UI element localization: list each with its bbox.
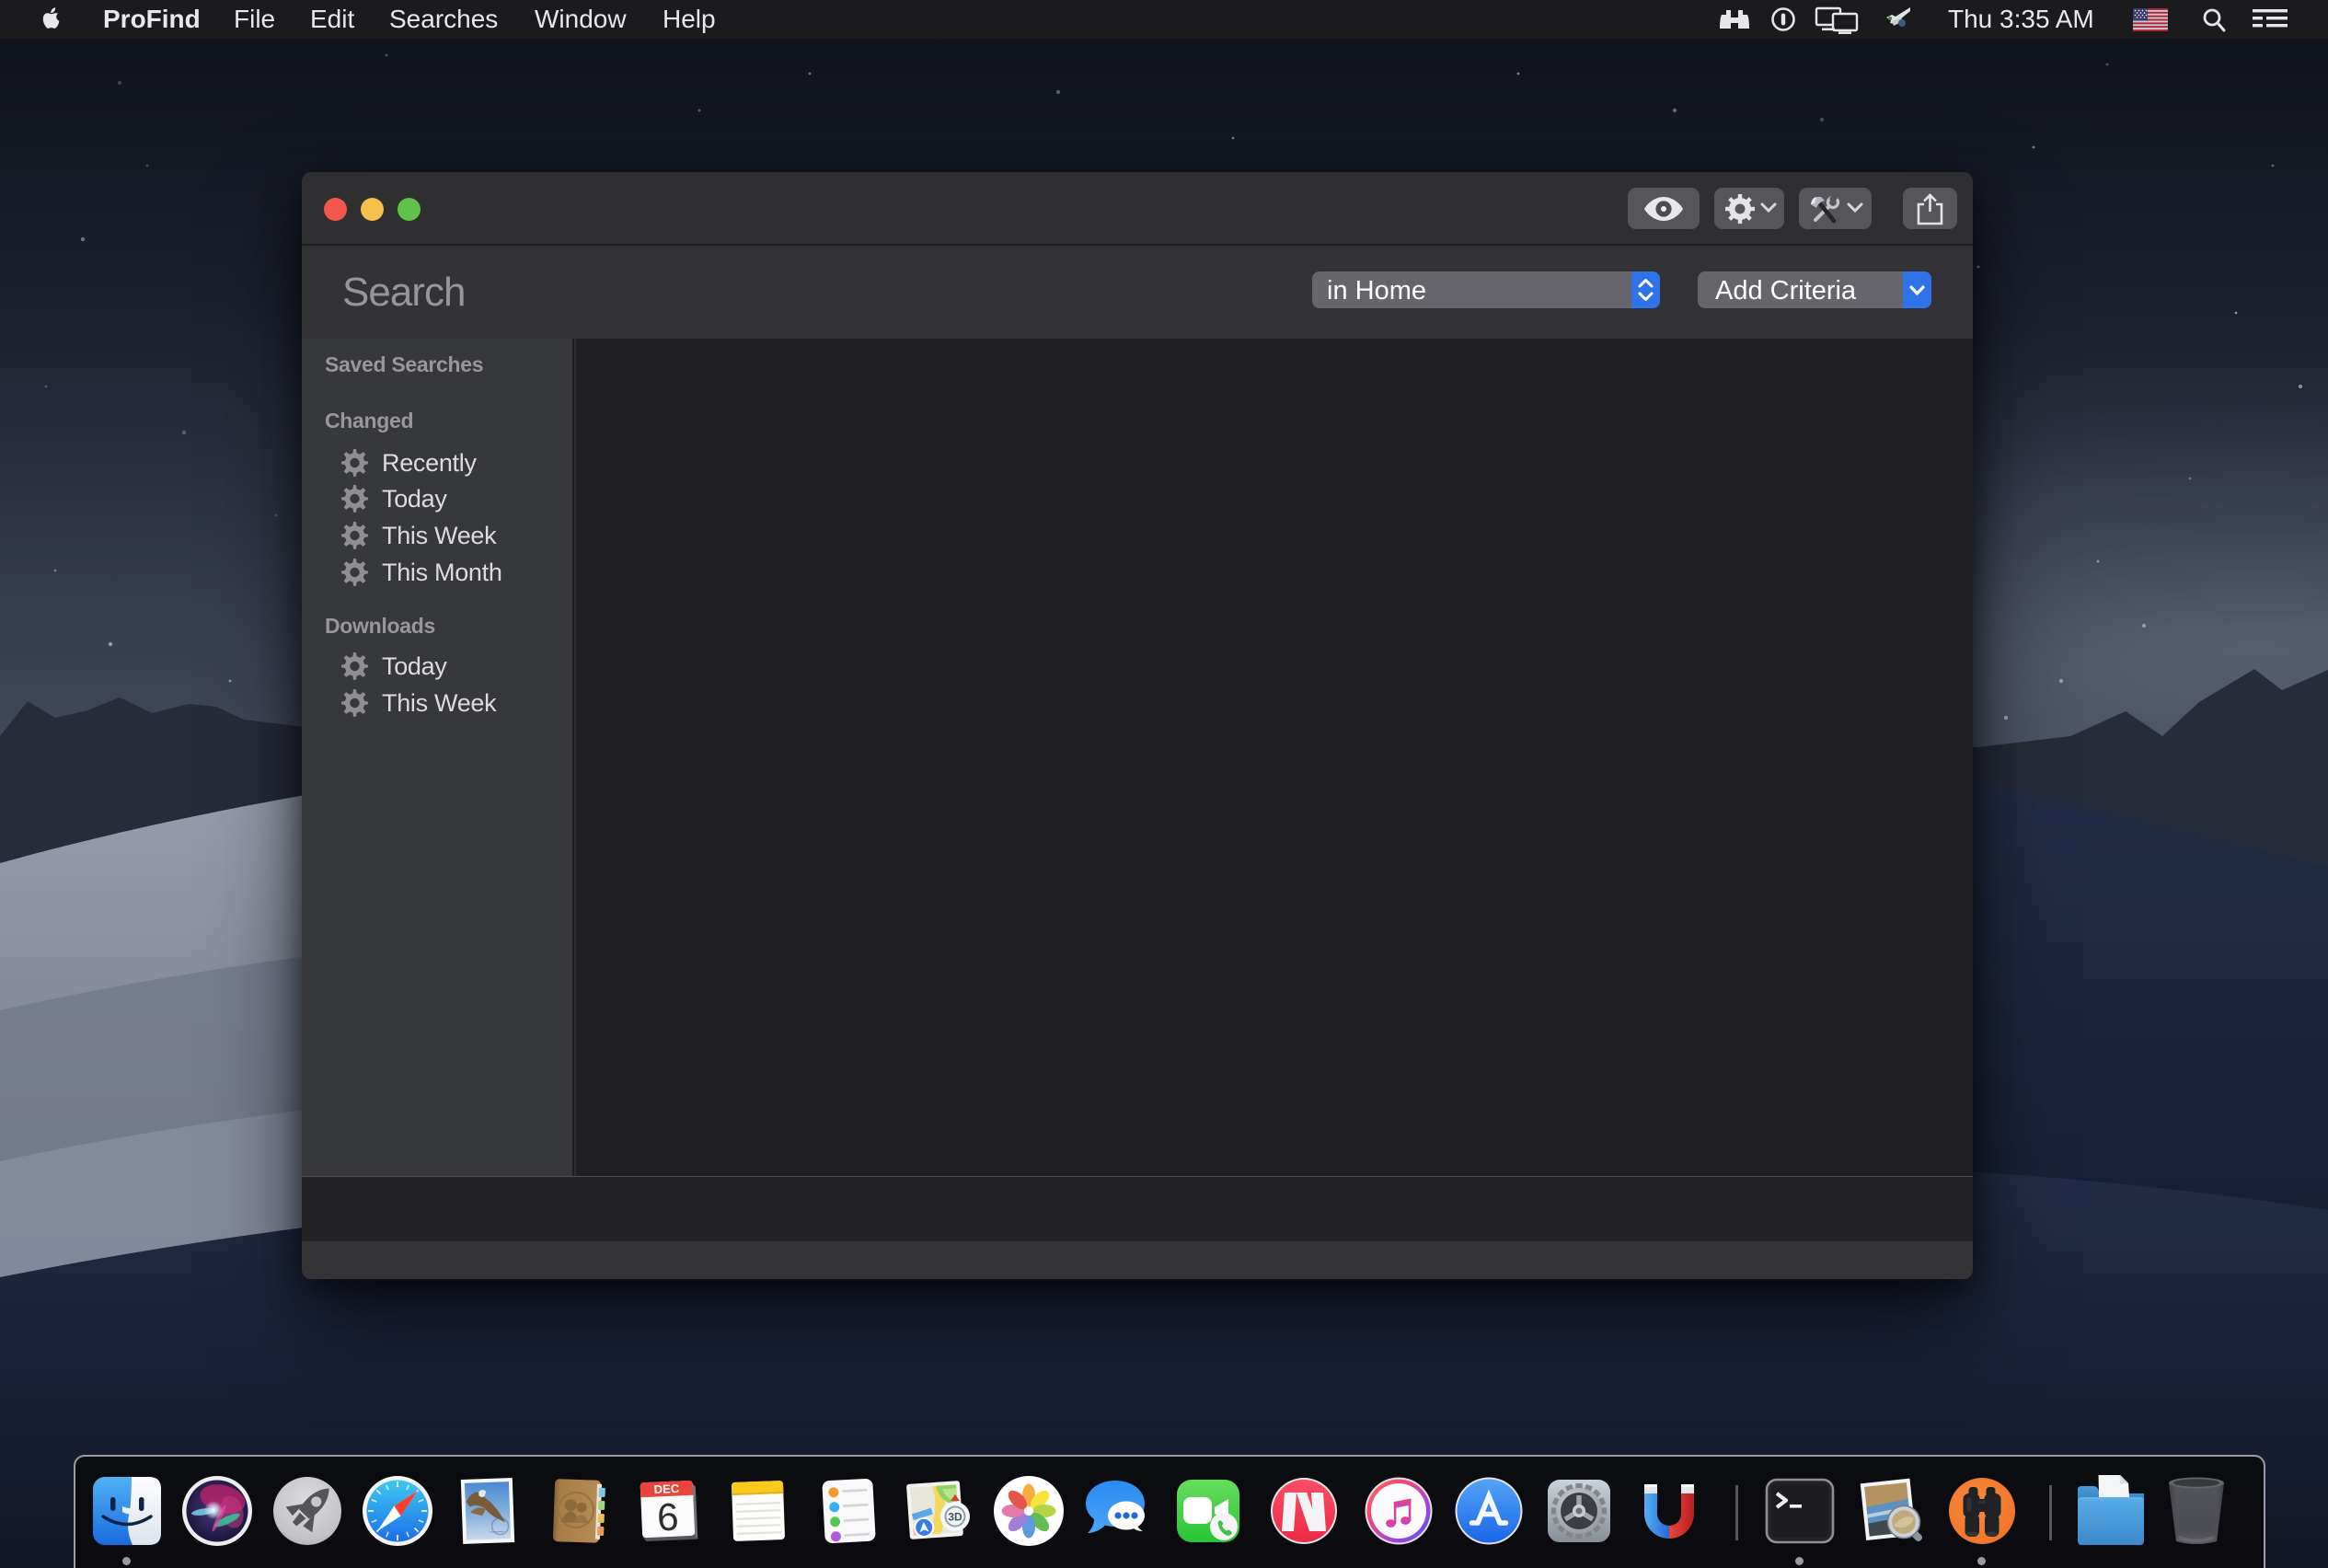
svg-text:3D: 3D [948, 1511, 962, 1524]
svg-text:6: 6 [656, 1495, 679, 1539]
